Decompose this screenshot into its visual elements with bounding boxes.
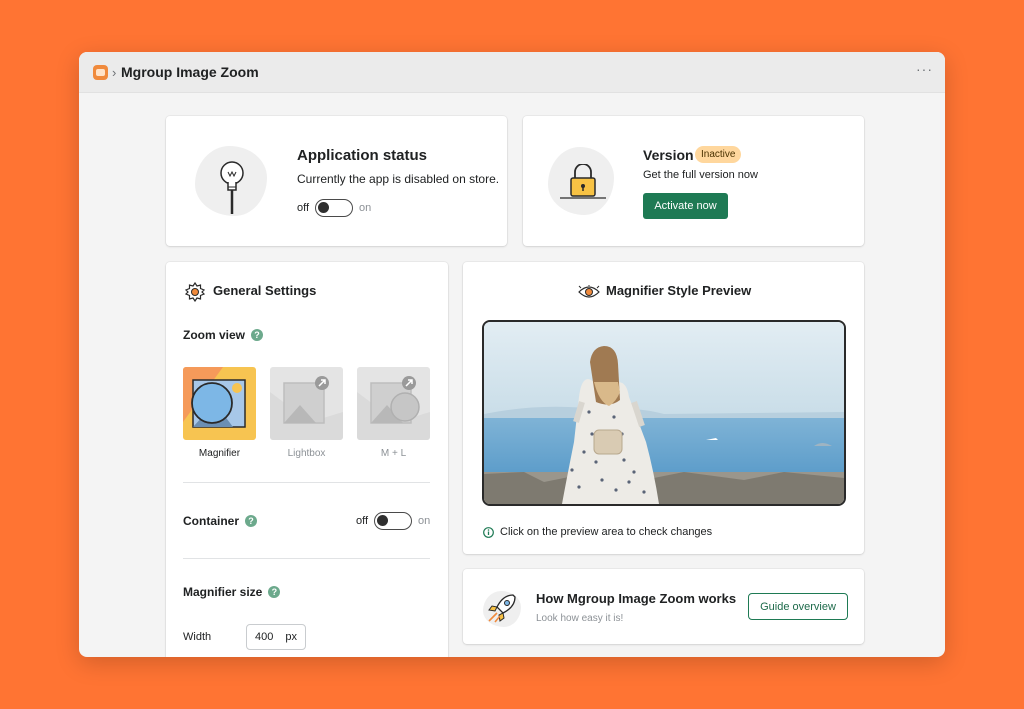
app-logo-icon xyxy=(93,65,108,80)
padlock-icon xyxy=(560,164,606,199)
magnifier-lightbox-option-icon xyxy=(357,376,430,440)
toggle-off-label: off xyxy=(297,202,310,214)
preview-hint: Click on the preview area to check chang… xyxy=(500,526,713,538)
magnifier-size-label: Magnifier size ? xyxy=(183,585,281,599)
zoom-option-magnifier-lightbox[interactable] xyxy=(357,367,430,440)
zoom-view-label: Zoom view ? xyxy=(183,328,264,342)
lightbox-option-icon xyxy=(270,376,343,440)
magnifier-size-help-icon[interactable]: ? xyxy=(268,586,281,598)
container-toggle[interactable] xyxy=(374,512,413,530)
container-toggle-on-label: on xyxy=(418,515,431,527)
width-value: 400 xyxy=(255,631,274,643)
zoom-option-magnifier[interactable] xyxy=(183,367,256,440)
width-input[interactable]: 400 px xyxy=(246,624,306,650)
zoom-option-magnifier-label: Magnifier xyxy=(198,448,241,459)
zoom-view-help-icon[interactable]: ? xyxy=(251,329,264,341)
rocket-icon xyxy=(488,594,516,623)
zoom-view-text: Zoom view xyxy=(183,328,246,342)
app-window: › Mgroup Image Zoom ··· Application stat… xyxy=(79,52,945,657)
activate-now-button[interactable]: Activate now xyxy=(643,193,728,219)
guide-overview-button[interactable]: Guide overview xyxy=(748,593,848,620)
version-description: Get the full version now xyxy=(643,169,758,181)
toggle-on-label: on xyxy=(359,202,372,214)
app-status-description: Currently the app is disabled on store. xyxy=(297,172,500,186)
more-actions-icon[interactable]: ··· xyxy=(916,61,933,77)
general-settings-title: General Settings xyxy=(213,283,317,298)
preview-card: Magnifier Style Preview Click on the pre… xyxy=(463,262,864,554)
magnifier-size-text: Magnifier size xyxy=(183,585,263,599)
app-status-toggle-group: off on xyxy=(297,199,371,217)
width-unit: px xyxy=(285,631,297,643)
how-it-works-card: How Mgroup Image Zoom works Look how eas… xyxy=(463,569,864,644)
app-title[interactable]: Mgroup Image Zoom xyxy=(121,64,259,80)
version-title: Version xyxy=(643,147,694,163)
app-status-title: Application status xyxy=(297,147,428,164)
container-label: Container ? xyxy=(183,514,258,528)
eye-icon xyxy=(578,285,600,298)
how-it-works-subtitle: Look how easy it is! xyxy=(536,613,624,624)
zoom-option-lightbox[interactable] xyxy=(270,367,343,440)
version-status-badge: Inactive xyxy=(695,146,742,163)
container-toggle-group: off on xyxy=(356,512,430,530)
preview-image-area[interactable] xyxy=(482,320,846,506)
settings-divider xyxy=(183,558,430,559)
app-status-toggle[interactable] xyxy=(315,199,354,217)
container-toggle-off-label: off xyxy=(356,515,369,527)
width-label: Width xyxy=(183,631,212,643)
magnifier-option-icon xyxy=(183,367,246,428)
preview-photo xyxy=(484,322,844,504)
gear-icon xyxy=(185,282,205,302)
lightbulb-icon xyxy=(220,161,244,214)
info-icon xyxy=(483,527,494,538)
container-text: Container xyxy=(183,514,240,528)
how-it-works-title: How Mgroup Image Zoom works xyxy=(536,591,737,606)
container-help-icon[interactable]: ? xyxy=(245,515,258,527)
preview-title: Magnifier Style Preview xyxy=(606,283,752,298)
toggle-knob xyxy=(377,515,389,526)
breadcrumb-separator: › xyxy=(112,65,117,80)
title-bar: › Mgroup Image Zoom ··· xyxy=(79,52,945,93)
app-status-card: Application status Currently the app is … xyxy=(166,116,507,246)
zoom-option-lightbox-label: Lightbox xyxy=(287,448,326,459)
toggle-knob xyxy=(318,202,330,213)
general-settings-card: General Settings Zoom view ? Magnifier L… xyxy=(166,262,448,657)
settings-divider xyxy=(183,482,430,483)
zoom-option-ml-label: M + L xyxy=(380,448,407,459)
version-card: Version Inactive Get the full version no… xyxy=(523,116,864,246)
